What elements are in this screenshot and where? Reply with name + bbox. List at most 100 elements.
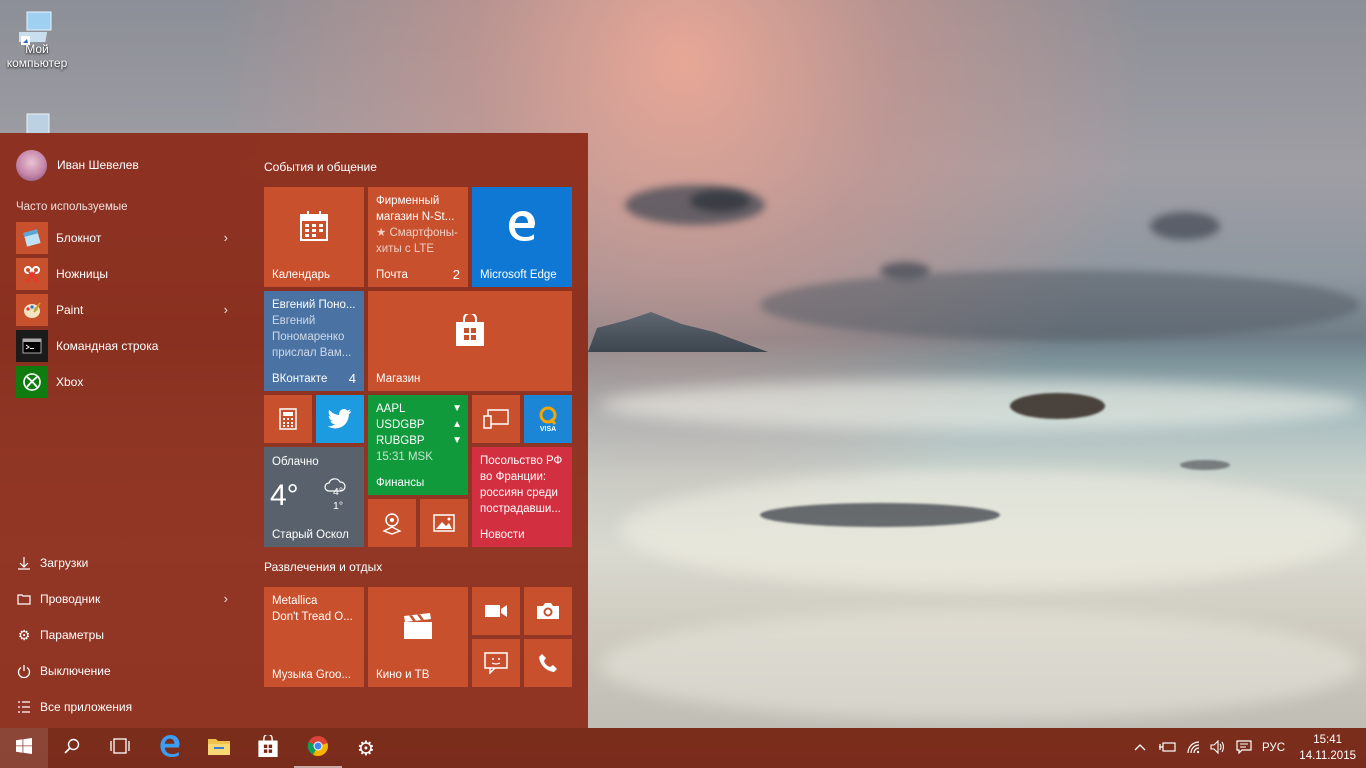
tile-twitter[interactable] [316, 395, 364, 443]
stock-row: USDGBP ▲ [376, 417, 462, 433]
system-tray: РУС [1134, 728, 1285, 768]
vk-line: Евгений Поно... [272, 299, 356, 311]
visa-text: VISA [539, 426, 557, 433]
phone-icon [524, 639, 572, 687]
tile-qiwi[interactable]: VISA [524, 395, 572, 443]
start-button[interactable] [0, 728, 48, 768]
tile-mail[interactable]: Фирменный магазин N-St... ★ Смартфоны- х… [368, 187, 468, 287]
app-snipping-tool[interactable]: Ножницы [16, 258, 242, 290]
tile-groove-music[interactable]: Metallica Don't Tread O... Музыка Groo..… [264, 587, 364, 687]
stock-row: AAPL ▼ [376, 401, 462, 417]
map-pin-icon [368, 499, 416, 547]
start-left-column: Иван Шевелев Часто используемые Блокнот … [0, 133, 248, 728]
tile-label: Новости [480, 529, 525, 541]
edge-icon [159, 734, 181, 762]
tile-label: ВКонтакте [272, 373, 328, 385]
stock-symbol: RUBGBP [376, 435, 425, 447]
app-label: Paint [56, 303, 84, 317]
tile-video[interactable] [472, 587, 520, 635]
qiwi-logo-icon: VISA [524, 395, 572, 443]
wifi-icon[interactable] [1186, 740, 1202, 757]
tile-weather[interactable]: Облачно 4° 4° 1° Старый Оскол [264, 447, 364, 547]
task-view-icon [109, 737, 131, 759]
volume-icon[interactable] [1210, 739, 1226, 757]
task-view-button[interactable] [96, 728, 144, 768]
user-account[interactable]: Иван Шевелев [16, 149, 139, 181]
tile-phone-companion[interactable] [472, 395, 520, 443]
battery-icon[interactable] [1158, 741, 1176, 756]
calculator-icon [264, 395, 312, 443]
store-icon [368, 291, 572, 369]
tile-finance[interactable]: AAPL ▼ USDGBP ▲ RUBGBP ▼ 15:31 MSK Финансы [368, 395, 468, 495]
calendar-icon [264, 187, 364, 265]
app-command-prompt[interactable]: Командная строка [16, 330, 242, 362]
paint-icon [16, 294, 48, 326]
tile-vkontakte[interactable]: Евгений Поно... Евгений Пономаренко прис… [264, 291, 364, 391]
chevron-up-icon[interactable] [1134, 742, 1146, 754]
desktop-icon-my-computer[interactable]: Мой компьютер [4, 10, 70, 70]
most-used-heading: Часто используемые [16, 201, 128, 213]
search-button[interactable] [48, 728, 96, 768]
chevron-right-icon[interactable]: › [224, 591, 228, 606]
weather-low: 1° [333, 500, 344, 512]
start-settings[interactable]: ⚙ Параметры [16, 621, 242, 649]
store-icon [257, 733, 279, 762]
clock[interactable]: 15:41 14.11.2015 [1299, 732, 1356, 764]
language-indicator[interactable]: РУС [1262, 742, 1285, 754]
stock-row: RUBGBP ▼ [376, 433, 462, 449]
mail-line: магазин N-St... [376, 211, 455, 223]
tile-camera[interactable] [524, 587, 572, 635]
start-downloads[interactable]: Загрузки [16, 549, 242, 577]
app-xbox[interactable]: Xbox [16, 366, 242, 398]
taskbar-settings[interactable]: ⚙ [342, 728, 390, 768]
tile-edge[interactable]: Microsoft Edge [472, 187, 572, 287]
stock-symbol: AAPL [376, 403, 406, 415]
chevron-right-icon[interactable]: › [224, 302, 228, 317]
clock-time: 15:41 [1313, 734, 1343, 746]
all-apps-icon [16, 699, 32, 715]
feedback-icon [472, 639, 520, 687]
gear-icon: ⚙ [357, 737, 375, 760]
tile-movies-tv[interactable]: Кино и ТВ [368, 587, 468, 687]
news-headline: Посольство РФ во Франции: россиян среди … [480, 453, 566, 517]
app-label: Командная строка [56, 339, 159, 353]
music-line: Don't Tread O... [272, 611, 353, 623]
taskbar-edge[interactable] [146, 728, 194, 768]
tile-maps[interactable] [368, 499, 416, 547]
chevron-right-icon[interactable]: › [224, 230, 228, 245]
tile-phone[interactable] [524, 639, 572, 687]
weather-condition: Облачно [272, 456, 319, 468]
tile-photos[interactable] [420, 499, 468, 547]
news-line: Посольство РФ [480, 455, 563, 467]
tile-news[interactable]: Посольство РФ во Франции: россиян среди … [472, 447, 572, 547]
news-line: россиян среди [480, 487, 558, 499]
action-center-icon[interactable] [1236, 739, 1252, 757]
start-file-explorer[interactable]: Проводник › [16, 585, 242, 613]
sys-item-label: Параметры [40, 628, 104, 642]
tile-calculator[interactable] [264, 395, 312, 443]
tile-label: Кино и ТВ [376, 669, 430, 681]
file-explorer-icon [16, 591, 32, 607]
tile-calendar[interactable]: Календарь [264, 187, 364, 287]
start-power[interactable]: Выключение [16, 657, 242, 685]
weather-temp: 4° [270, 479, 299, 512]
vk-line: прислал Вам... [272, 347, 352, 359]
group-heading-social: События и общение [264, 160, 377, 174]
tile-store[interactable]: Магазин [368, 291, 572, 391]
start-all-apps[interactable]: Все приложения [16, 693, 242, 721]
taskbar-chrome[interactable] [294, 728, 342, 768]
app-notepad[interactable]: Блокнот › [16, 222, 242, 254]
clock-date: 14.11.2015 [1299, 750, 1356, 762]
snipping-tool-icon [16, 258, 48, 290]
taskbar: ⚙ РУС 15:41 14.11.2015 [0, 728, 1366, 768]
trend-up-icon: ▲ [452, 419, 462, 430]
taskbar-file-explorer[interactable] [195, 728, 243, 768]
tile-feedback[interactable] [472, 639, 520, 687]
taskbar-store[interactable] [244, 728, 292, 768]
app-label: Ножницы [56, 267, 109, 281]
chrome-icon [307, 735, 329, 762]
app-paint[interactable]: Paint › [16, 294, 242, 326]
xbox-icon [16, 366, 48, 398]
devices-icon [472, 395, 520, 443]
vk-line: Евгений [272, 315, 316, 327]
